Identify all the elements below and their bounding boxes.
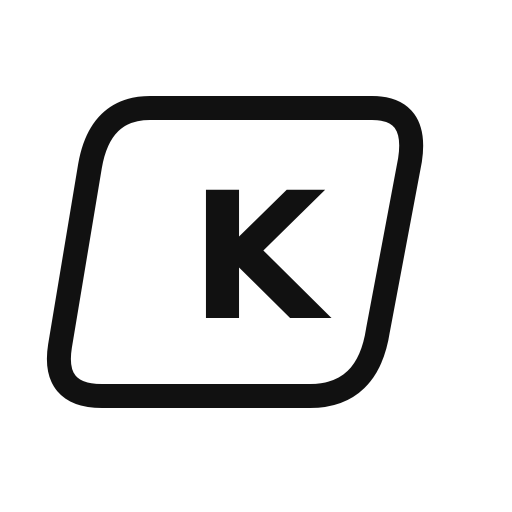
key-letter: K	[190, 155, 332, 360]
keyboard-key-icon: K	[46, 96, 424, 408]
icon-canvas: K	[0, 0, 512, 512]
